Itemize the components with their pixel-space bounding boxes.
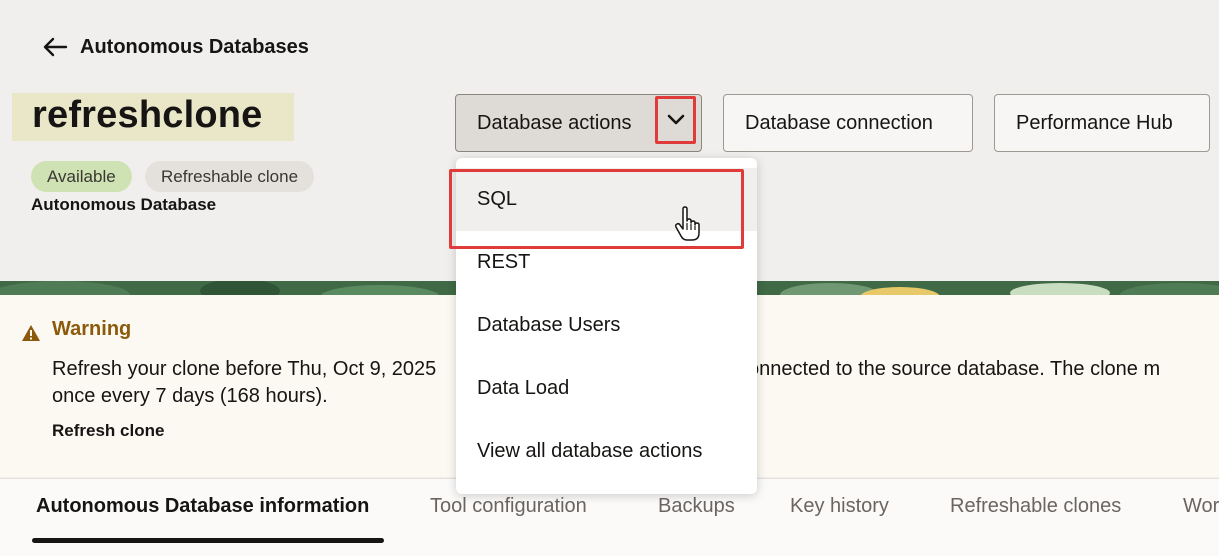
- warning-message-left: Refresh your clone before Thu, Oct 9, 20…: [52, 358, 437, 380]
- arrow-left-icon: [43, 37, 68, 57]
- clone-type-badge: Refreshable clone: [145, 161, 315, 192]
- resource-type-label: Autonomous Database: [31, 195, 217, 214]
- tab-tool-configuration[interactable]: Tool configuration: [430, 495, 587, 518]
- chevron-down-icon: [667, 114, 684, 125]
- database-actions-label: Database actions: [477, 112, 632, 134]
- database-connection-label: Database connection: [745, 112, 933, 134]
- page-title: refreshclone: [32, 94, 263, 136]
- active-tab-indicator: [32, 538, 384, 543]
- tab-key-history[interactable]: Key history: [790, 495, 889, 518]
- tab-refreshable-clones[interactable]: Refreshable clones: [950, 495, 1121, 518]
- database-connection-button[interactable]: Database connection: [723, 94, 973, 152]
- menu-item-database-users[interactable]: Database Users: [456, 294, 757, 357]
- back-link-label: Autonomous Databases: [80, 35, 309, 58]
- warning-icon: [22, 325, 40, 341]
- hand-pointer-icon: [674, 206, 700, 241]
- tab-backups[interactable]: Backups: [658, 495, 735, 518]
- database-actions-dropdown-toggle[interactable]: [655, 96, 696, 144]
- menu-item-view-all-database-actions[interactable]: View all database actions: [456, 420, 757, 483]
- refresh-clone-link[interactable]: Refresh clone: [52, 421, 164, 441]
- performance-hub-button[interactable]: Performance Hub: [994, 94, 1210, 152]
- tab-work-requests[interactable]: Wor: [1183, 495, 1219, 518]
- menu-item-data-load[interactable]: Data Load: [456, 357, 757, 420]
- warning-message-right: e connected to the source database. The …: [721, 358, 1161, 380]
- status-badge: Available: [31, 161, 132, 192]
- warning-title: Warning: [52, 318, 132, 340]
- tab-autonomous-database-information[interactable]: Autonomous Database information: [36, 495, 369, 518]
- back-to-autonomous-databases-link[interactable]: Autonomous Databases: [42, 34, 309, 60]
- performance-hub-label: Performance Hub: [1016, 112, 1173, 134]
- warning-message-line2: once every 7 days (168 hours).: [52, 385, 328, 407]
